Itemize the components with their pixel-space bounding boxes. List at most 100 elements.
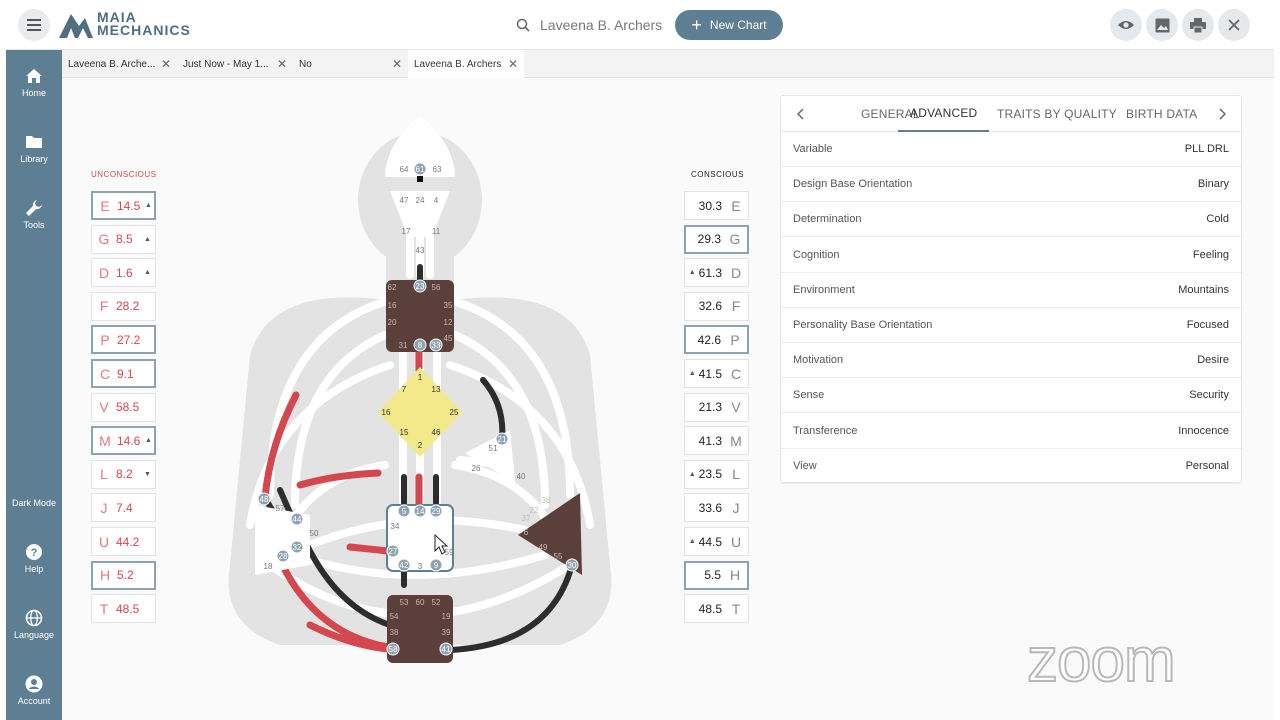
sidebar-item-language[interactable]: Language [6,609,62,640]
unconscious-activation-l[interactable]: L 8.2 ▼ [91,459,156,489]
tabs-next-chevron-icon[interactable] [1219,96,1226,132]
gate-line-value: 42.6 [697,332,721,347]
unconscious-activation-c[interactable]: C 9.1 [91,359,156,388]
advanced-row-design-base-orientation[interactable]: Design Base Orientation Binary [781,167,1241,203]
advanced-row-transference[interactable]: Transference Innocence [781,414,1241,449]
new-chart-label: New Chart [709,18,767,32]
unconscious-activation-h[interactable]: H 5.2 [91,560,156,590]
conscious-activation-j[interactable]: 33.6 J [684,493,749,523]
unconscious-activation-g[interactable]: G 8.5 ▲ [91,224,156,254]
conscious-activation-m[interactable]: 41.3 M [684,426,749,456]
conscious-activation-f[interactable]: 32.6 F [684,291,749,321]
fixing-arrow: ▲ [688,538,696,545]
row-value: Feeling [1192,248,1229,261]
row-key: Variable [793,143,833,155]
svg-text:21: 21 [498,435,507,444]
gate-line-value: 29.3 [697,232,721,247]
wrench-icon [26,200,42,216]
conscious-activation-e[interactable]: 30.3 E [684,191,749,220]
planet-letter: M [730,432,742,449]
unconscious-activation-p[interactable]: P 27.2 [91,325,156,355]
close-button[interactable] [1218,9,1250,41]
svg-text:47: 47 [400,196,409,205]
advanced-row-motivation[interactable]: Motivation Desire [781,343,1241,379]
close-tab-icon[interactable]: ✕ [392,57,402,71]
conscious-activation-d[interactable]: ▲ 61.3 D [684,258,749,288]
svg-text:40: 40 [517,472,526,481]
folder-icon [26,136,42,148]
planet-letter: C [99,365,111,382]
tab-traits-by-quality[interactable]: TRAITS BY QUALITY [997,96,1117,132]
planet-letter: P [730,331,740,348]
close-tab-icon[interactable]: ✕ [508,57,518,71]
advanced-row-sense[interactable]: Sense Security [781,378,1241,414]
planet-letter: D [98,264,110,281]
advanced-row-personality-base-orientation[interactable]: Personality Base Orientation Focused [781,308,1241,343]
tabs-prev-chevron-icon[interactable] [797,96,804,132]
tab-chart-1[interactable]: Laveena B. Arche... ✕ [62,50,177,78]
tab-advanced[interactable]: ADVANCED [898,96,990,132]
unconscious-activation-d[interactable]: D 1.6 ▲ [91,258,156,288]
gate-line-value: 5.5 [704,568,721,583]
unconscious-activation-v[interactable]: V 58.5 [91,392,156,422]
row-value: PLL DRL [1184,143,1229,155]
conscious-activation-p[interactable]: 42.6 P [684,325,749,355]
svg-text:53: 53 [400,598,409,607]
gate-line-value: 58.5 [116,400,140,415]
svg-text:63: 63 [433,165,442,174]
conscious-activation-t[interactable]: 48.5 T [684,594,749,624]
row-value: Personal [1185,459,1229,472]
gate-line-value: 14.5 [117,198,141,213]
search-icon [516,18,530,32]
sidebar-item-home[interactable]: Home [6,67,62,98]
sidebar-item-account[interactable]: Account [6,675,62,706]
conscious-activation-u[interactable]: ▲ 44.5 U [684,527,749,556]
image-button[interactable] [1146,9,1178,41]
svg-text:42: 42 [400,561,409,570]
tab-chart-2[interactable]: Just Now - May 1... ✕ [177,50,293,78]
svg-text:38: 38 [390,628,399,637]
sidebar-item-label: Tools [23,220,45,230]
row-value: Mountains [1178,283,1229,296]
unconscious-activation-m[interactable]: M 14.6 ▲ [91,426,156,456]
tab-chart-4[interactable]: Laveena B. Archers ✕ [408,50,524,78]
unconscious-activation-t[interactable]: T 48.5 [91,594,156,624]
unconscious-activation-f[interactable]: F 28.2 [91,291,156,321]
print-button[interactable] [1182,9,1214,41]
advanced-row-view[interactable]: View Personal [781,449,1241,484]
preview-button[interactable] [1110,9,1142,41]
printer-icon [1190,17,1206,33]
svg-text:43: 43 [416,246,425,255]
advanced-row-cognition[interactable]: Cognition Feeling [781,238,1241,273]
search-input[interactable]: Laveena B. Archers [516,10,662,40]
close-tab-icon[interactable]: ✕ [277,57,287,71]
conscious-activation-c[interactable]: ▲ 41.5 C [684,359,749,388]
advanced-row-determination[interactable]: Determination Cold [781,202,1241,238]
sidebar-item-help[interactable]: ? Help [6,543,62,574]
row-value: Cold [1206,213,1229,226]
conscious-activation-l[interactable]: ▲ 23.5 L [684,459,749,489]
sidebar-item-label: Home [21,88,46,98]
svg-text:51: 51 [489,444,498,453]
gate-line-value: 41.5 [698,366,722,381]
sidebar-item-library[interactable]: Library [6,133,62,164]
tab-chart-3[interactable]: No ✕ [293,50,408,78]
new-chart-button[interactable]: + New Chart [675,10,783,40]
advanced-row-environment[interactable]: Environment Mountains [781,273,1241,308]
conscious-activation-h[interactable]: 5.5 H [684,560,749,590]
conscious-activation-v[interactable]: 21.3 V [684,392,749,422]
logo[interactable]: MAIA MECHANICS [59,10,191,38]
sidebar-item-label: Dark Mode [11,498,56,508]
advanced-row-variable[interactable]: Variable PLL DRL [781,132,1241,167]
unconscious-activation-j[interactable]: J 7.4 [91,493,156,523]
menu-button[interactable] [18,9,50,41]
conscious-activation-g[interactable]: 29.3 G [684,224,749,254]
unconscious-activation-u[interactable]: U 44.2 [91,527,156,556]
tab-birth-data[interactable]: BIRTH DATA [1126,96,1197,132]
sidebar-item-dark-mode[interactable]: Dark Mode [6,477,62,508]
row-key: Personality Base Orientation [793,319,933,331]
sidebar-item-tools[interactable]: Tools [6,199,62,230]
gate-line-value: 33.6 [698,500,722,515]
close-tab-icon[interactable]: ✕ [161,57,171,71]
unconscious-activation-e[interactable]: E 14.5 ▲ [91,191,156,220]
